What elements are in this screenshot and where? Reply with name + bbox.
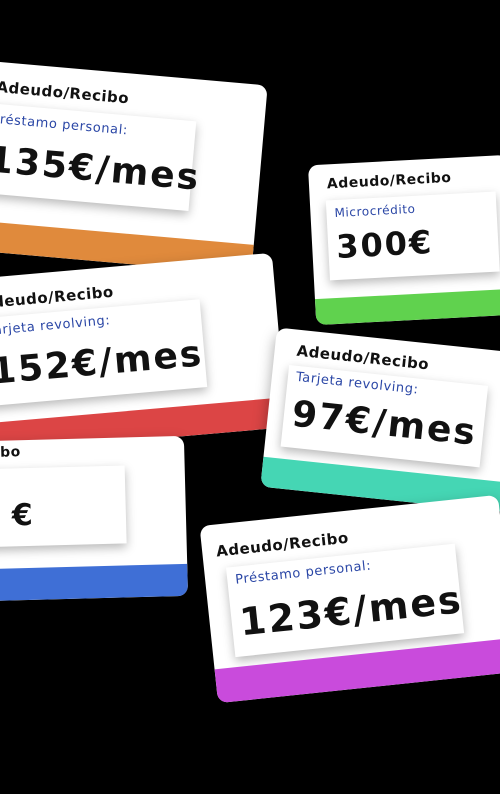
card-color-band [314,288,500,326]
card-amount: 123€/mes [237,577,465,645]
card-amount: 300€ [335,222,435,266]
card-label: Microcrédito [334,201,416,221]
receipt-card-red: Adeudo/Recibo Tarjeta revolving: 152€/me… [0,252,288,455]
page: { "cards": [ { "header": "Adeudo/Recibo"… [0,0,500,794]
amount-box: Tarjeta revolving: 152€/mes [0,299,208,407]
card-header: Adeudo/Recibo [0,77,130,108]
card-amount: € [11,497,36,534]
amount-box: Préstamo personal: 135€/mes [0,102,202,212]
receipt-card-teal: Adeudo/Recibo Tarjeta revolving: 97€/mes [260,327,500,513]
card-amount: 97€/mes [289,393,479,454]
receipt-card-magenta: Adeudo/Recibo Préstamo personal: 123€/me… [199,494,500,704]
amount-box: € [0,465,127,550]
receipt-card-orange: Adeudo/Recibo Préstamo personal: 135€/me… [0,59,268,275]
card-label: Préstamo personal: [234,558,372,588]
amount-box: Tarjeta revolving: 97€/mes [280,364,489,468]
card-label: Tarjeta revolving: [295,369,420,398]
card-label: Tarjeta revolving: [0,313,111,339]
card-header: Adeudo/Recibo [326,169,452,193]
card-amount: 135€/mes [0,139,202,199]
amount-box: Préstamo personal: 123€/mes [225,543,465,658]
card-label: Préstamo personal: [0,111,129,139]
amount-box: Microcrédito 300€ [325,191,500,281]
card-header: Adeudo/Recibo [0,444,22,464]
card-color-band [0,563,189,605]
receipt-card-green: Adeudo/Recibo Microcrédito 300€ [307,154,500,326]
receipt-card-blue: Adeudo/Recibo € [0,435,189,605]
card-amount: 152€/mes [0,333,205,393]
